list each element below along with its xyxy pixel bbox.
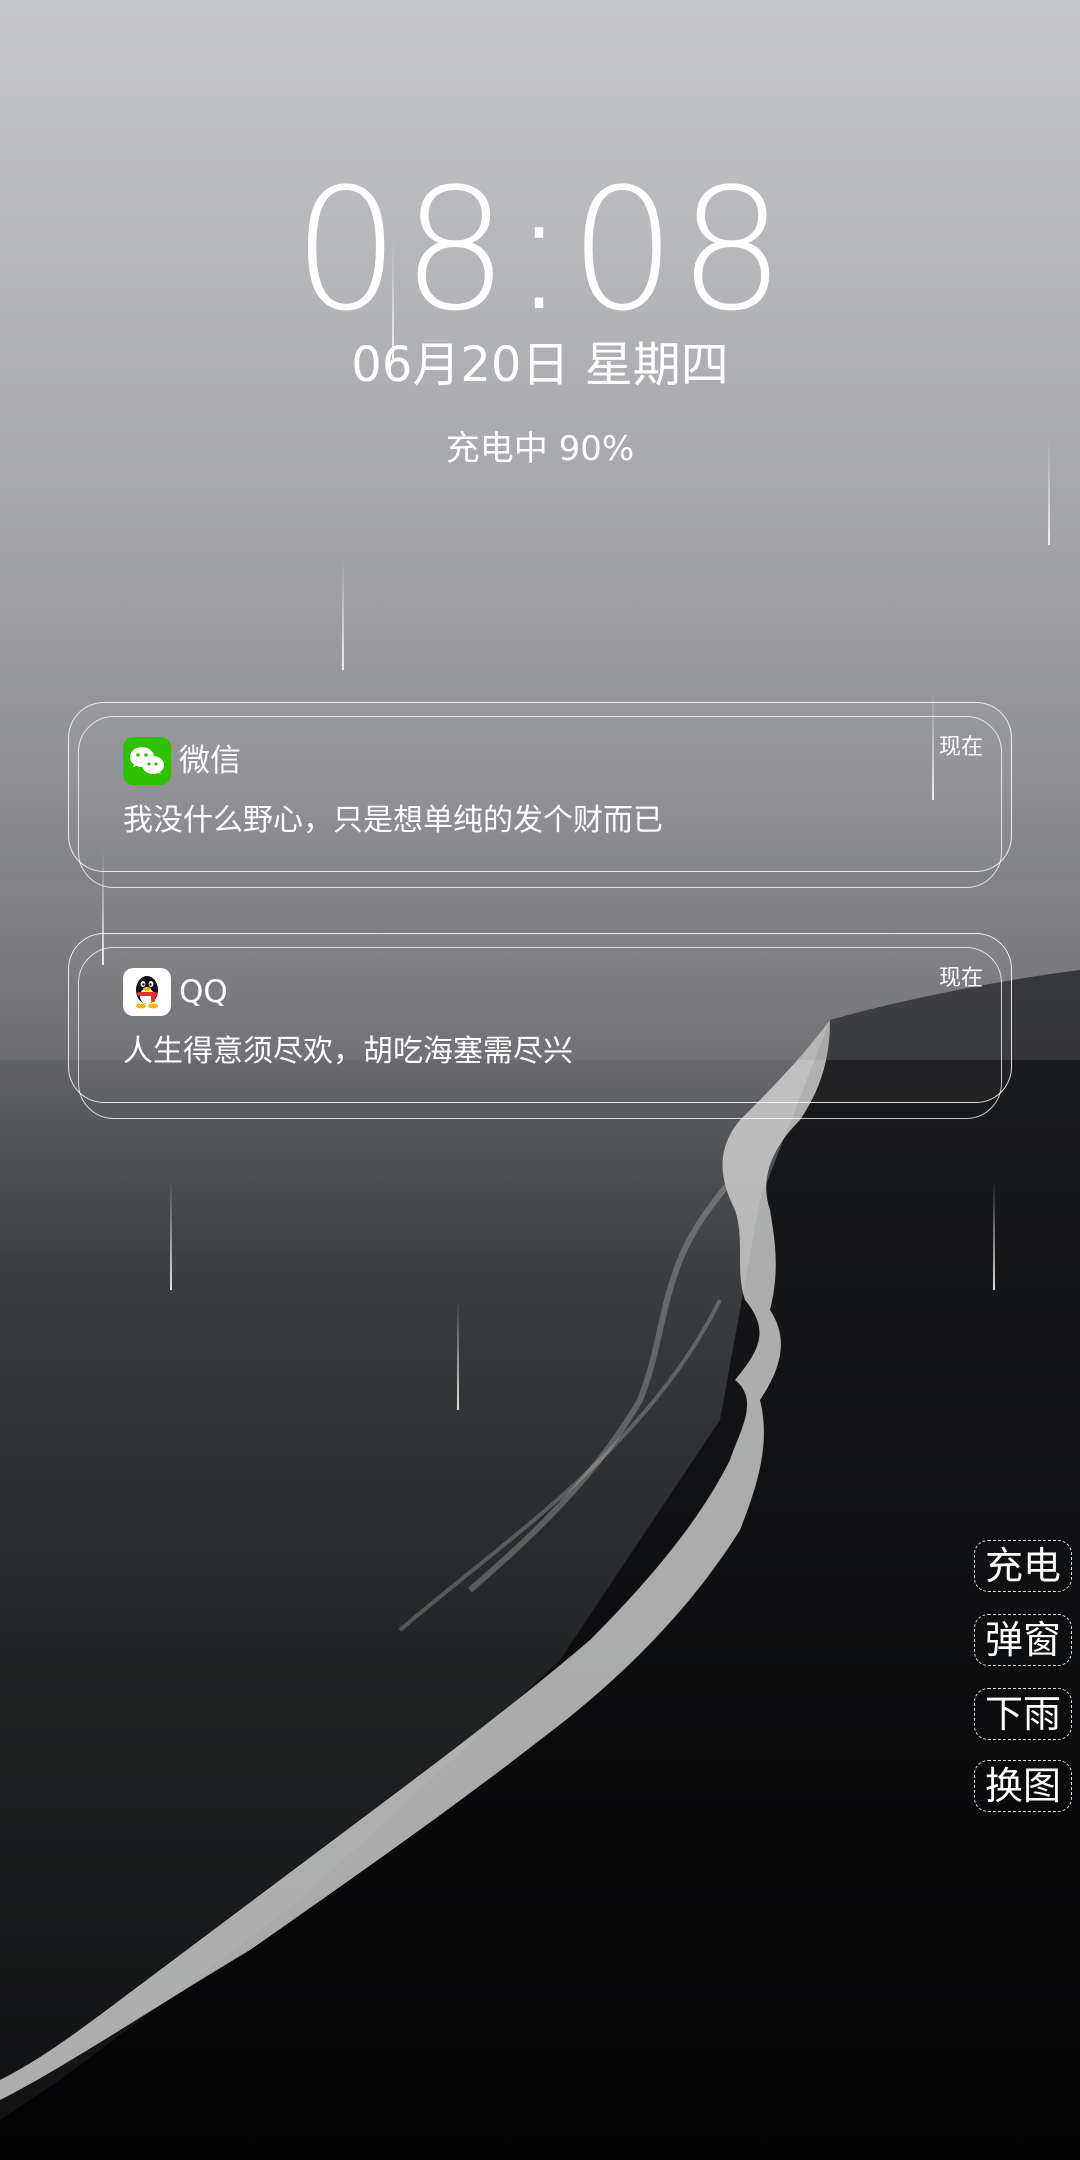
popup-button[interactable]: 弹窗	[974, 1614, 1072, 1666]
charging-status: 充电中 90%	[445, 429, 635, 469]
clock-date: 06月20日 星期四	[351, 337, 729, 393]
rain-streak	[993, 1180, 995, 1290]
rain-streak	[457, 1300, 459, 1410]
notification-qq[interactable]: QQ 现在 人生得意须尽欢，胡吃海塞需尽兴	[68, 933, 1012, 1123]
charge-button[interactable]: 充电	[974, 1540, 1072, 1592]
rain-streak	[342, 560, 344, 670]
notification-wechat[interactable]: 微信 现在 我没什么野心，只是想单纯的发个财而已	[68, 702, 1012, 892]
wechat-icon	[123, 737, 171, 785]
notification-card[interactable]: 微信 现在 我没什么野心，只是想单纯的发个财而已	[68, 702, 1012, 872]
notification-message: 人生得意须尽欢，胡吃海塞需尽兴	[123, 1034, 573, 1069]
rain-button[interactable]: 下雨	[974, 1688, 1072, 1740]
change-wallpaper-button[interactable]: 换图	[974, 1760, 1072, 1812]
notification-message: 我没什么野心，只是想单纯的发个财而已	[123, 803, 663, 838]
notification-time: 现在	[938, 735, 983, 760]
lock-screen: 08:08 06月20日 星期四 充电中 90% 微信 现在 我没什么野心，只是…	[0, 0, 1080, 2160]
qq-penguin-icon	[123, 968, 171, 1016]
notification-card[interactable]: QQ 现在 人生得意须尽欢，胡吃海塞需尽兴	[68, 933, 1012, 1103]
rain-streak	[170, 1180, 172, 1290]
notification-time: 现在	[938, 966, 983, 991]
notification-app-name: QQ	[179, 974, 228, 1010]
notification-app-name: 微信	[179, 743, 241, 779]
clock-time: 08:08	[292, 152, 788, 348]
